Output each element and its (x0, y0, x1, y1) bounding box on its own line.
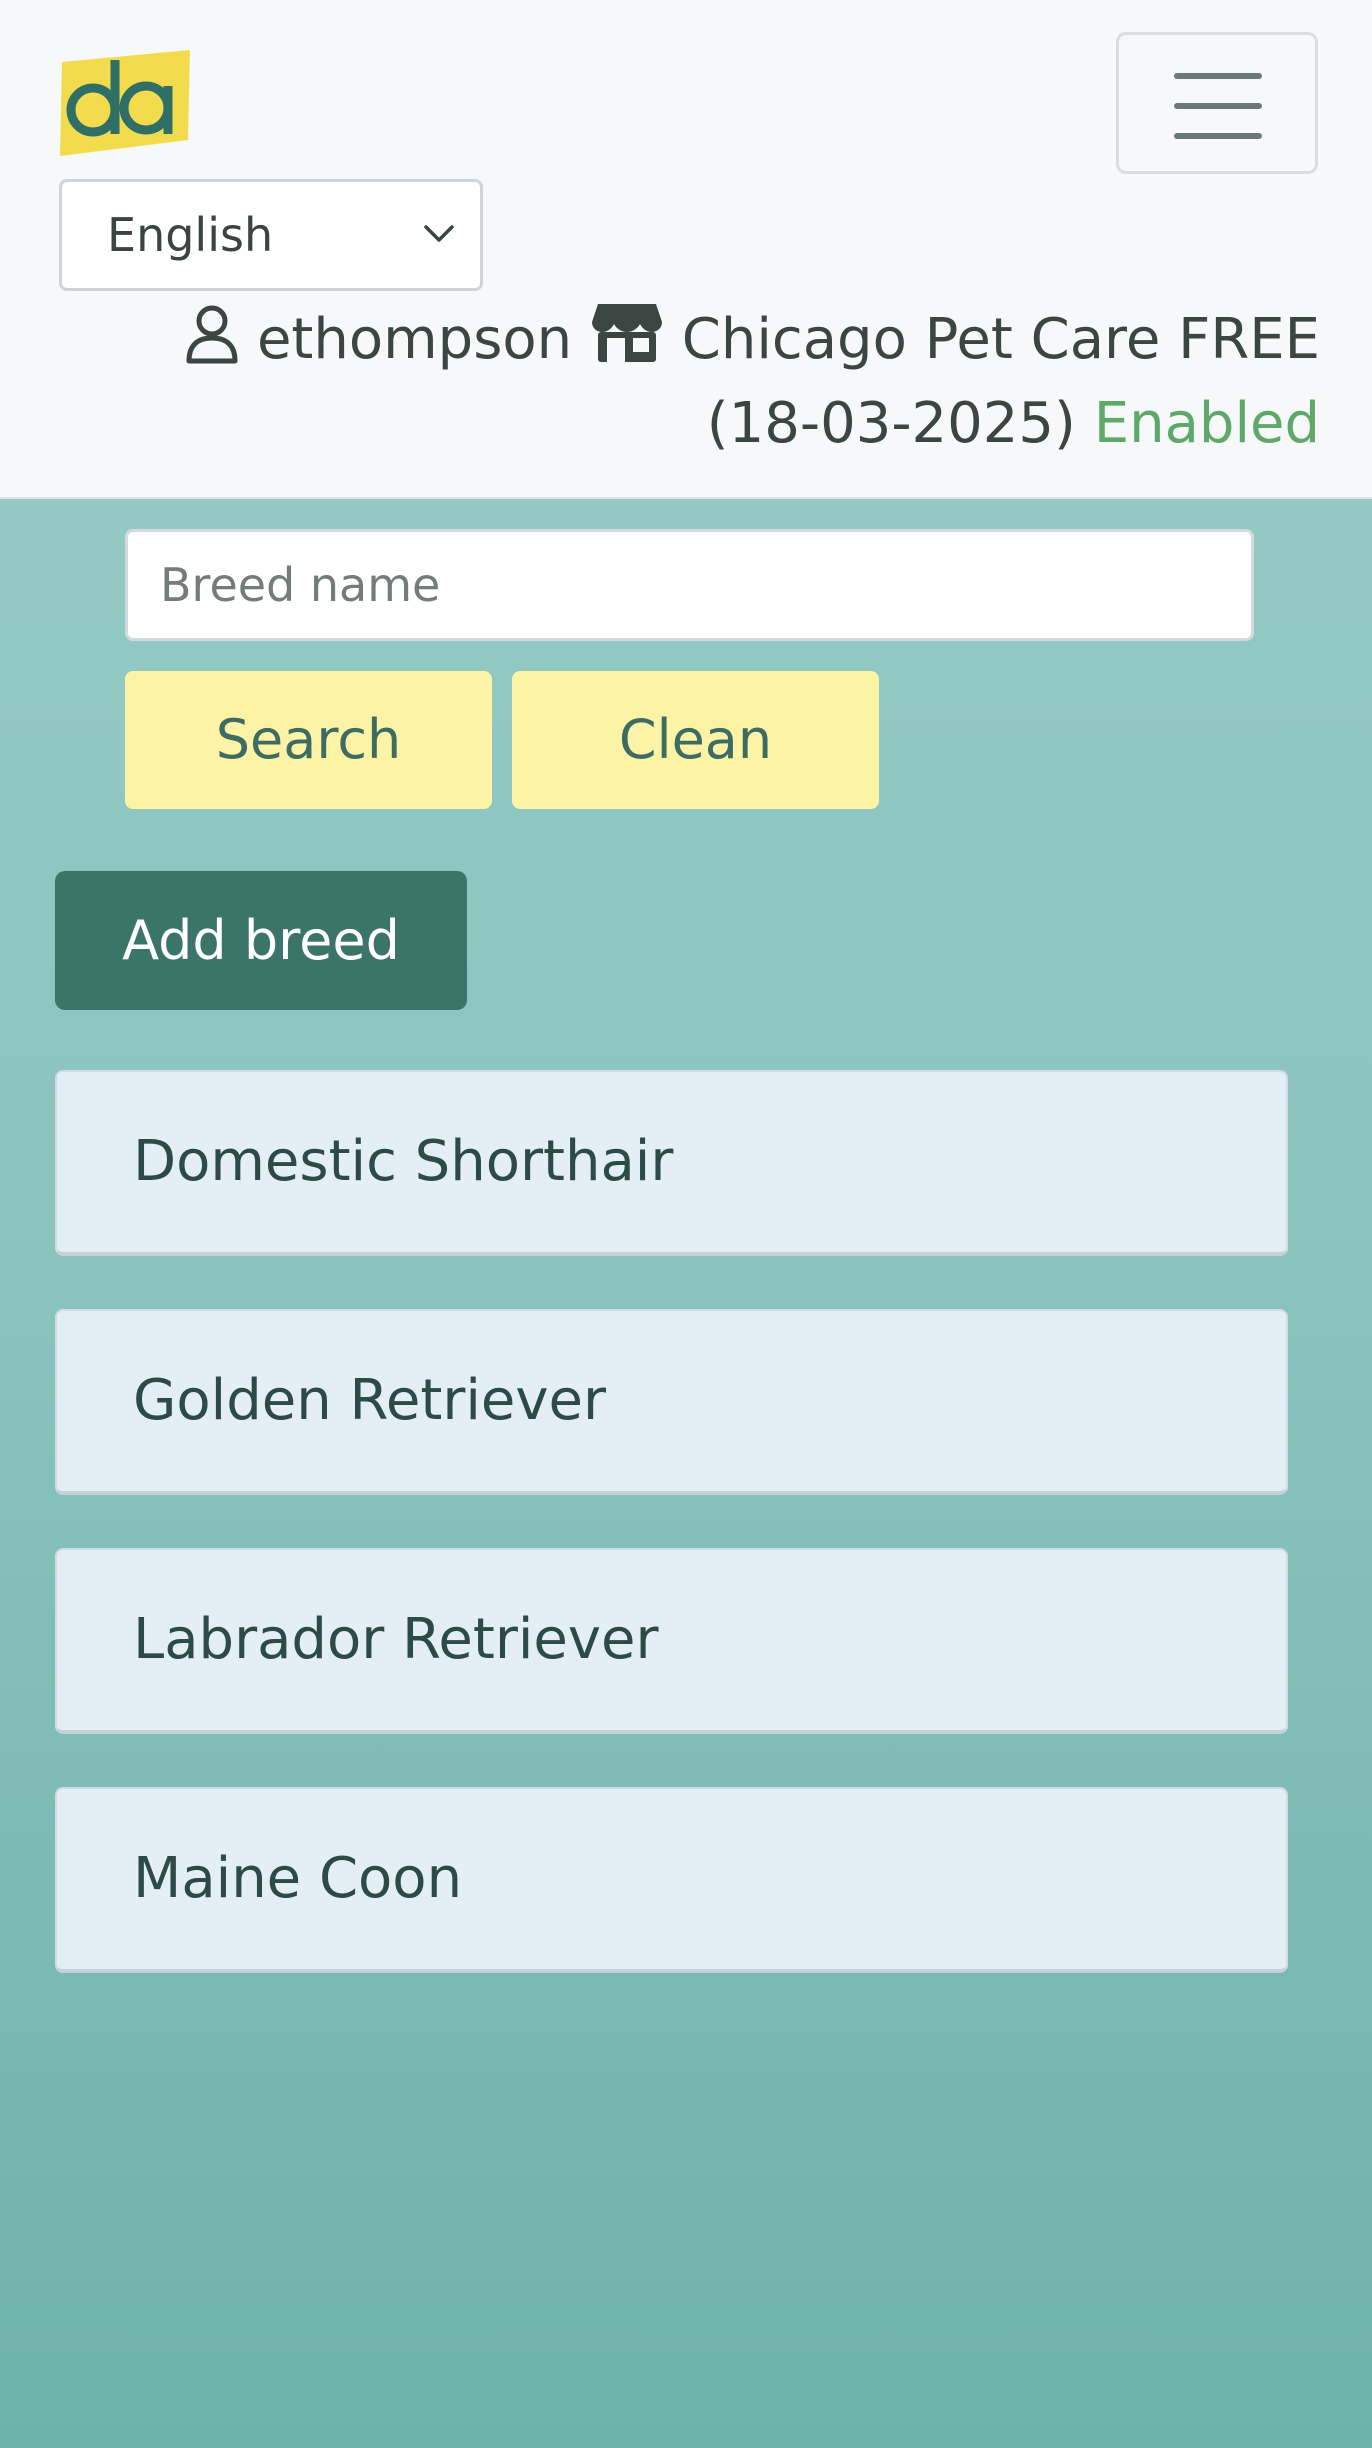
username: ethompson (256, 307, 573, 372)
chevron-down-icon (424, 225, 454, 242)
user-icon (186, 305, 238, 364)
breed-list-item[interactable]: Labrador Retriever (55, 1548, 1288, 1734)
subscription-date: (18-03-2025) (706, 391, 1076, 456)
main-content: Search Clean Add breed Domestic Shorthai… (0, 499, 1372, 2448)
breed-name: Labrador Retriever (133, 1607, 659, 1672)
menu-toggle-button[interactable] (1116, 32, 1318, 174)
clean-button[interactable]: Clean (512, 671, 879, 809)
store-icon (591, 304, 662, 362)
breed-list-item[interactable]: Golden Retriever (55, 1309, 1288, 1495)
user-info-line: ethompson Chicago Pet Care FREE (185, 302, 1320, 375)
add-breed-button[interactable]: Add breed (55, 871, 467, 1010)
breed-list-item[interactable]: Domestic Shorthair (55, 1070, 1288, 1256)
plan-badge: FREE (1178, 307, 1320, 372)
language-select[interactable]: English (59, 179, 483, 291)
subscription-line: (18-03-2025) Enabled (707, 389, 1320, 459)
language-select-value: English (107, 208, 274, 262)
breed-name: Golden Retriever (133, 1368, 606, 1433)
status-badge: Enabled (1093, 391, 1320, 456)
breed-name: Maine Coon (133, 1846, 463, 1911)
business-name: Chicago Pet Care (681, 307, 1161, 372)
app-logo[interactable] (58, 48, 194, 160)
breed-list-item[interactable]: Maine Coon (55, 1787, 1288, 1973)
search-button[interactable]: Search (125, 671, 492, 809)
breed-search-input[interactable] (125, 529, 1254, 641)
breed-name: Domestic Shorthair (133, 1129, 674, 1194)
top-navbar: English ethompson Chicago Pet Care FREE … (0, 0, 1372, 499)
